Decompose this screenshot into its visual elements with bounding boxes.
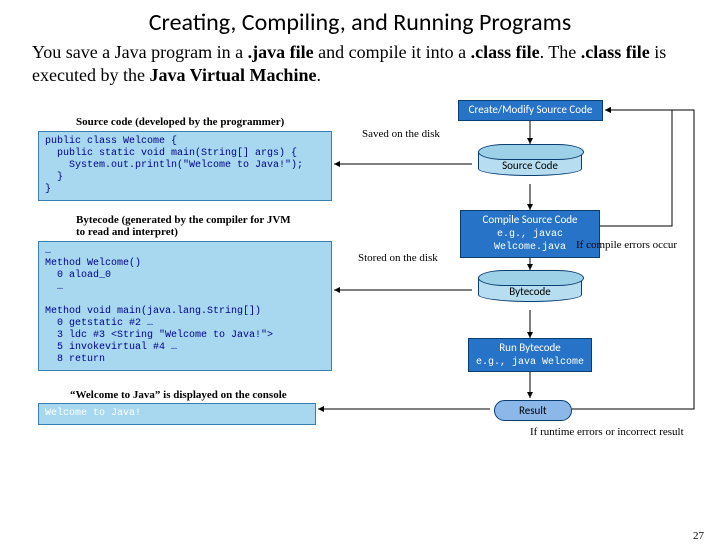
caption-output: “Welcome to Java” is displayed on the co… — [70, 389, 287, 401]
cylinder-bytecode: Bytecode — [478, 270, 582, 302]
cylinder-source: Source Code — [478, 144, 582, 176]
flowchart: Create/Modify Source Code Source Code Co… — [0, 92, 720, 532]
note-saved: Saved on the disk — [362, 128, 440, 140]
caption-bytecode: Bytecode (generated by the compiler for … — [76, 214, 291, 238]
intro-text: You save a Java program in a .java file … — [32, 41, 688, 86]
page-number: 27 — [693, 530, 704, 542]
step-run: Run Bytecode e.g., java Welcome — [468, 338, 592, 372]
note-runtime-error: If runtime errors or incorrect result — [530, 426, 684, 438]
caption-source: Source code (developed by the programmer… — [76, 116, 284, 128]
note-compile-error: If compile errors occur — [576, 239, 677, 251]
step-result: Result — [494, 400, 572, 421]
step-create: Create/Modify Source Code — [458, 100, 603, 121]
note-stored: Stored on the disk — [358, 252, 438, 264]
code-output: Welcome to Java! — [38, 403, 316, 425]
code-bytecode: … Method Welcome() 0 aload_0 … Method vo… — [38, 241, 332, 371]
page-title: Creating, Compiling, and Running Program… — [0, 8, 720, 37]
code-source: public class Welcome { public static voi… — [38, 131, 332, 201]
